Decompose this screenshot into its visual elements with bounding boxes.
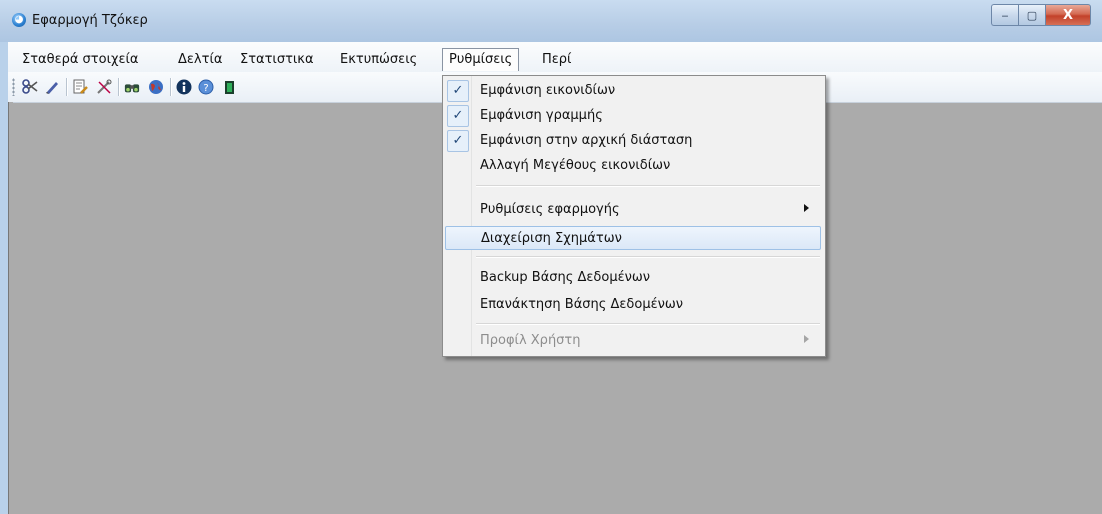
submenu-arrow-icon <box>804 335 809 343</box>
check-icon: ✓ <box>447 80 469 102</box>
menu-item-user-profile[interactable]: Προφίλ Χρήστη <box>445 329 821 353</box>
maximize-button[interactable]: ▢ <box>1018 4 1045 26</box>
menu-item-label: Εμφάνιση γραμμής <box>480 108 603 123</box>
menu-item-label: Επανάκτηση Βάσης Δεδομένων <box>480 297 684 312</box>
menu-item-manage-schemes[interactable]: Διαχείριση Σχημάτων <box>445 226 821 250</box>
minimize-button[interactable]: ‒ <box>991 4 1018 26</box>
pen-icon[interactable] <box>44 79 60 95</box>
toolbar-separator <box>66 78 67 96</box>
menu-about[interactable]: Περί <box>536 50 577 70</box>
menu-item-show-bar[interactable]: ✓ Εμφάνιση γραμμής <box>445 104 821 128</box>
menu-item-show-icons[interactable]: ✓ Εμφάνιση εικονιδίων <box>445 79 821 103</box>
menu-item-label: Προφίλ Χρήστη <box>480 333 581 348</box>
menu-item-label: Backup Βάσης Δεδομένων <box>480 270 651 285</box>
mdi-border <box>8 102 13 514</box>
help-icon[interactable]: ? <box>198 79 214 95</box>
window-title: Εφαρμογή Τζόκερ <box>32 13 148 28</box>
menu-item-backup-db[interactable]: Backup Βάσης Δεδομένων <box>445 266 821 290</box>
menu-fixed-data[interactable]: Σταθερά στοιχεία <box>16 50 144 70</box>
menu-settings[interactable]: Ρυθμίσεις <box>442 48 520 71</box>
toolbar-separator <box>118 78 119 96</box>
menu-separator <box>476 323 820 324</box>
toolbar-grip[interactable] <box>12 78 15 96</box>
close-button[interactable]: X <box>1045 4 1091 26</box>
menu-item-label: Διαχείριση Σχημάτων <box>481 231 622 246</box>
menu-item-label: Εμφάνιση στην αρχική διάσταση <box>480 133 693 148</box>
menu-bar: Σταθερά στοιχεία Δελτία Στατιστικα Εκτυπ… <box>8 42 1102 73</box>
tools-icon[interactable] <box>96 79 112 95</box>
submenu-arrow-icon <box>804 204 809 212</box>
exit-door-icon[interactable] <box>222 79 238 95</box>
edit-document-icon[interactable] <box>72 79 88 95</box>
menu-item-label: Ρυθμίσεις εφαρμογής <box>480 202 620 217</box>
menu-item-app-settings[interactable]: Ρυθμίσεις εφαρμογής <box>445 198 821 222</box>
info-icon[interactable] <box>176 79 192 95</box>
check-icon: ✓ <box>447 130 469 152</box>
menu-tickets[interactable]: Δελτία <box>172 50 228 70</box>
svg-text:?: ? <box>203 83 208 94</box>
title-bar[interactable]: ◕ Εφαρμογή Τζόκερ ‒ ▢ X <box>0 0 1102 42</box>
settings-dropdown-menu: ✓ Εμφάνιση εικονιδίων ✓ Εμφάνιση γραμμής… <box>442 75 826 357</box>
menu-statistics[interactable]: Στατιστικα <box>234 50 320 70</box>
menu-separator <box>476 256 820 257</box>
menu-item-restore-db[interactable]: Επανάκτηση Βάσης Δεδομένων <box>445 293 821 317</box>
menu-item-resize-icons[interactable]: Αλλαγή Μεγέθους εικονιδίων <box>445 154 821 178</box>
app-icon: ◕ <box>12 13 26 27</box>
check-icon: ✓ <box>447 105 469 127</box>
menu-item-label: Αλλαγή Μεγέθους εικονιδίων <box>480 158 671 173</box>
globe-icon[interactable] <box>148 79 164 95</box>
binoculars-icon[interactable] <box>124 79 140 95</box>
menu-item-label: Εμφάνιση εικονιδίων <box>480 83 616 98</box>
menu-separator <box>476 185 820 186</box>
menu-item-original-size[interactable]: ✓ Εμφάνιση στην αρχική διάσταση <box>445 129 821 153</box>
scissors-icon[interactable] <box>22 79 38 95</box>
toolbar-separator <box>170 78 171 96</box>
menu-prints[interactable]: Εκτυπώσεις <box>334 50 423 70</box>
window-controls: ‒ ▢ X <box>991 4 1091 26</box>
